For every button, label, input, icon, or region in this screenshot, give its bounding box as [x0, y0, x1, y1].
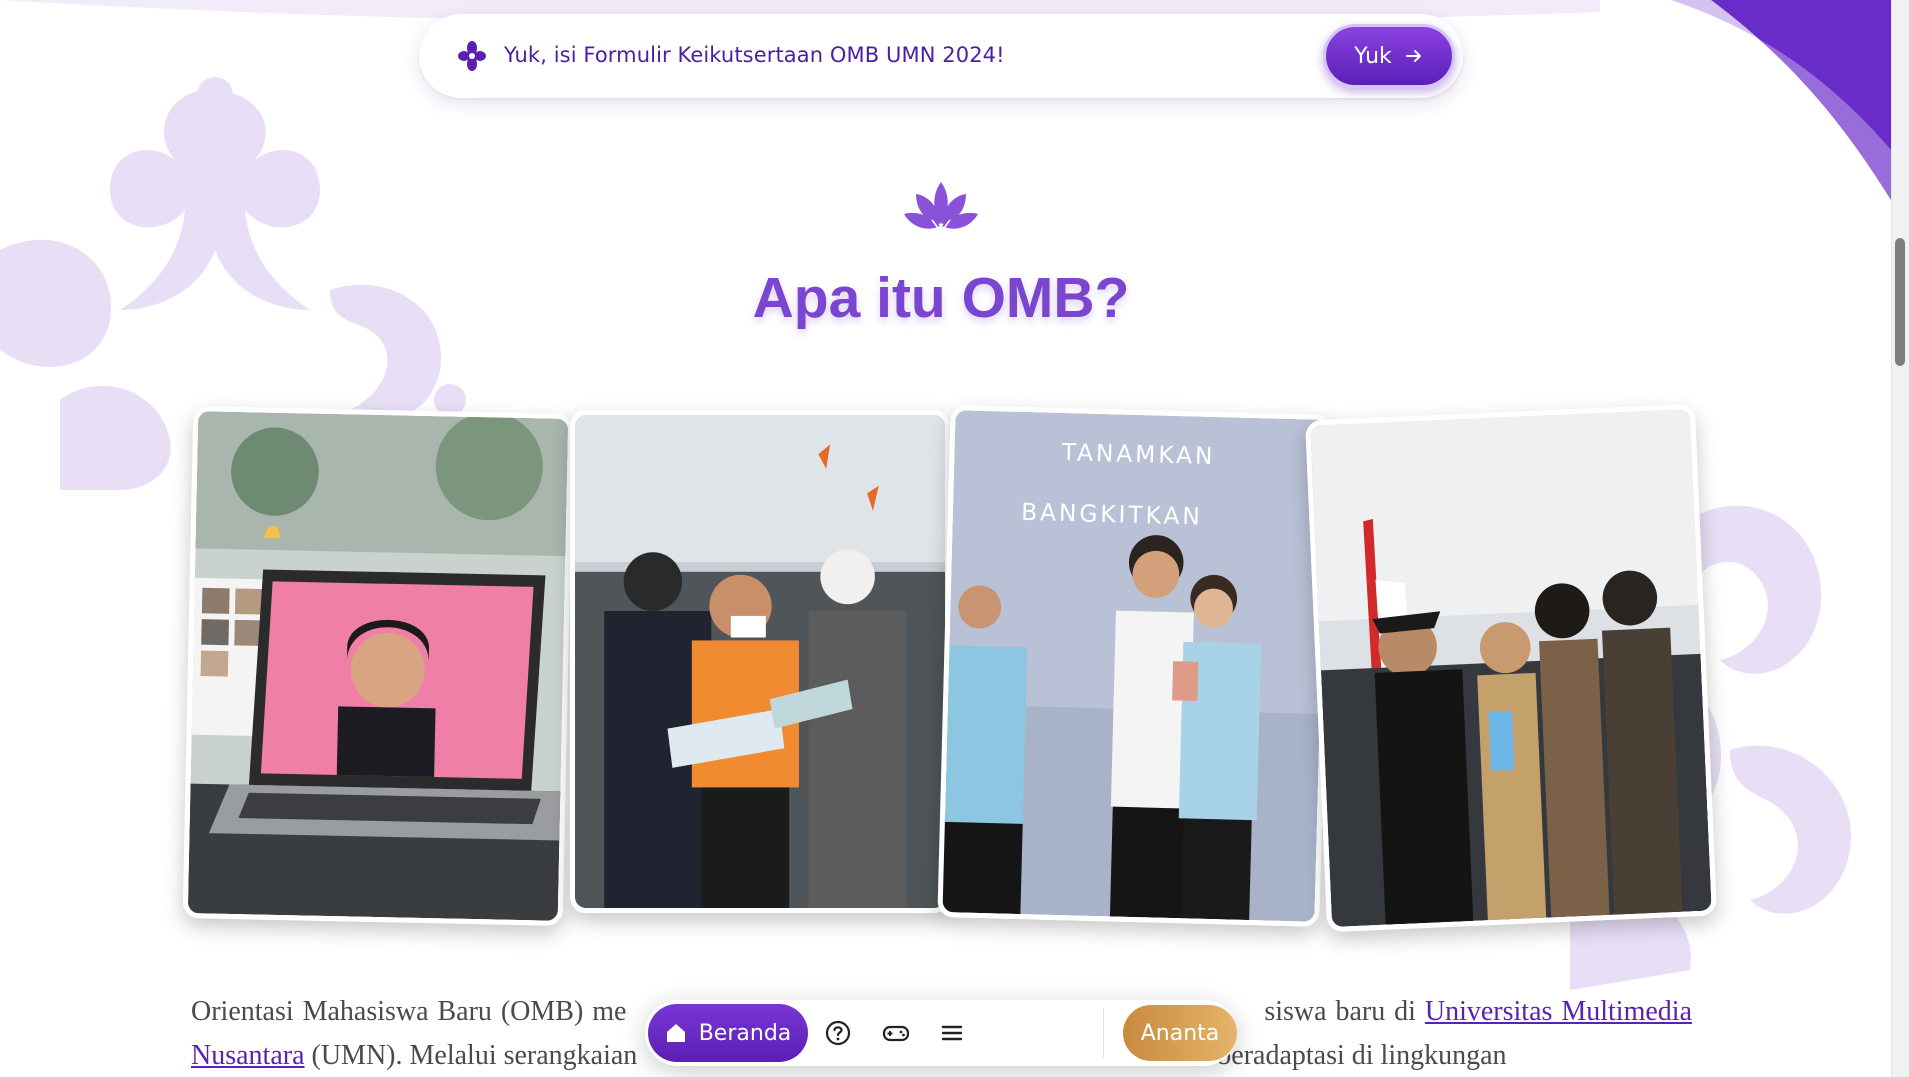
user-profile-button[interactable]: Ananta: [1123, 1005, 1237, 1061]
banner-message: Yuk, isi Formulir Keikutsertaan OMB UMN …: [504, 43, 1005, 67]
home-icon: [666, 1024, 685, 1042]
photo-online-session: [182, 406, 574, 926]
nav-home-label: Beranda: [698, 1020, 792, 1046]
nav-home-button[interactable]: Beranda: [648, 1004, 808, 1062]
photo-students-papers: [570, 410, 950, 913]
intro-text-start: Orientasi Mahasiswa Baru (OMB) me: [191, 996, 627, 1027]
flower-logo-icon: [458, 41, 486, 71]
photo-graduation-ceremony: [1305, 403, 1717, 933]
yuk-button[interactable]: Yuk: [1323, 24, 1455, 88]
photo-stage-heart: TANAMKAN BANGKITKAN: [937, 405, 1333, 927]
page-scrollbar[interactable]: [1891, 0, 1909, 1077]
lotus-icon: [904, 182, 978, 234]
user-name-label: Ananta: [1140, 1020, 1220, 1046]
menu-icon[interactable]: [937, 1018, 967, 1048]
help-icon[interactable]: [823, 1018, 853, 1048]
stage-banner-line2: BANGKITKAN: [1021, 498, 1203, 531]
corner-decoration: [1671, 0, 1891, 200]
registration-banner: Yuk, isi Formulir Keikutsertaan OMB UMN …: [419, 14, 1463, 98]
scrollbar-thumb[interactable]: [1895, 238, 1905, 366]
intro-text-mid: siswa baru di: [1264, 996, 1416, 1027]
yuk-button-label: Yuk: [1354, 43, 1392, 69]
intro-text-after-link: (UMN). Melalui serangkaian: [311, 1040, 638, 1071]
arrow-right-icon: [1405, 50, 1421, 62]
page-title: Apa itu OMB?: [752, 266, 1130, 330]
gamepad-icon[interactable]: [881, 1018, 911, 1048]
nav-divider: [1103, 1008, 1104, 1058]
stage-banner-line1: TANAMKAN: [1060, 438, 1215, 470]
bottom-nav-bar: Beranda Ananta: [645, 1000, 1237, 1066]
